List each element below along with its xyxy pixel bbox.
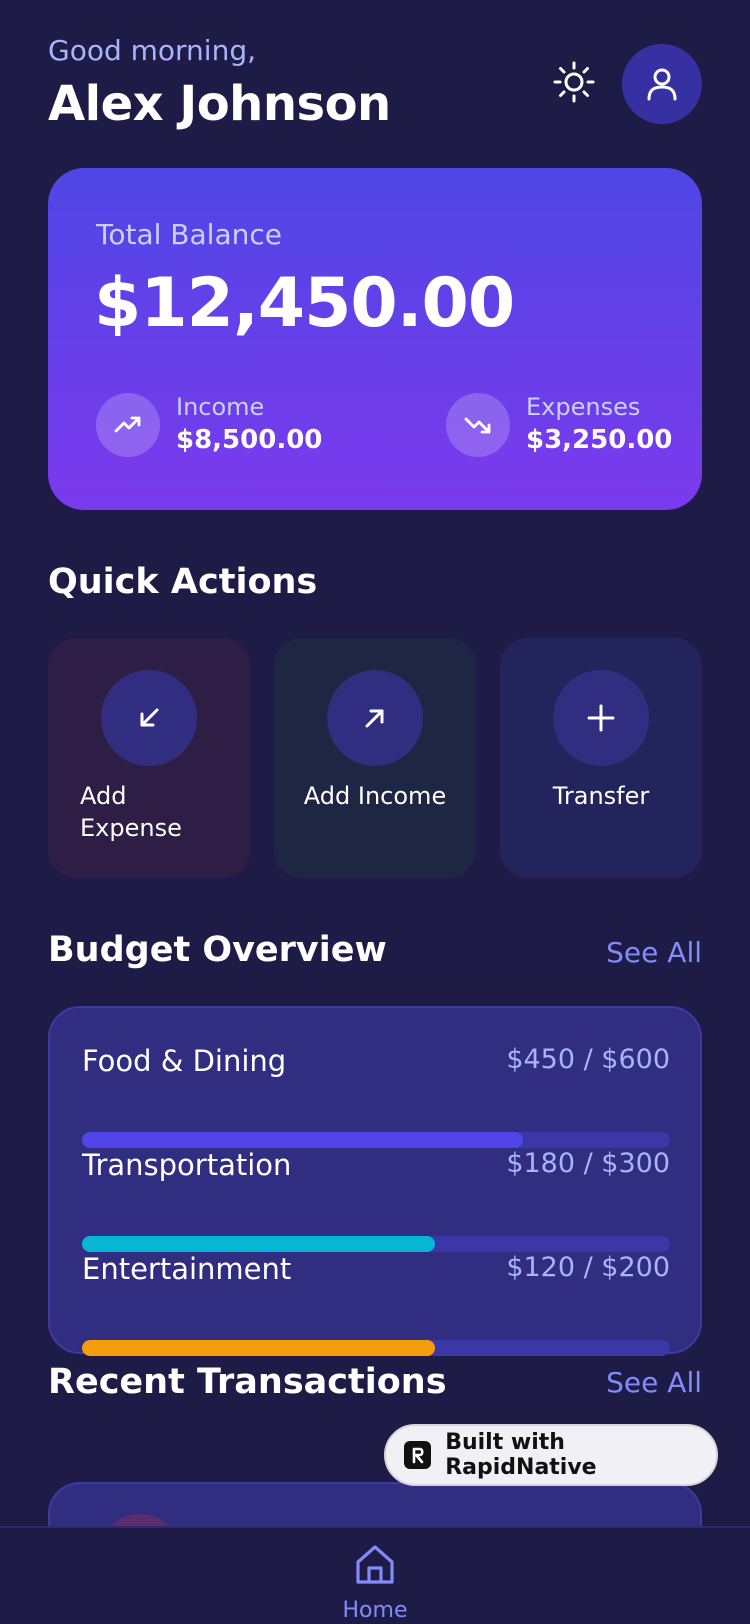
budget-progress-fill [82,1236,435,1252]
rapidnative-logo-icon [404,1441,432,1469]
budget-item-name: Food & Dining [82,1044,287,1078]
greeting-text: Good morning, [48,34,257,67]
add-income-label: Add Income [303,782,447,810]
add-income-icon-circle [327,670,423,766]
budget-progress-track [82,1132,670,1148]
expenses-icon-circle [446,393,510,457]
expenses-stat: Expenses $3,250.00 [446,392,672,458]
budget-overview-title: Budget Overview [48,930,387,970]
transfer-icon-circle [553,670,649,766]
budget-see-all-link[interactable]: See All [606,936,702,969]
theme-toggle-button[interactable] [548,56,600,108]
add-expense-icon-circle [101,670,197,766]
budget-card: Food & Dining $450 / $600 Transportation… [48,1006,702,1356]
plus-icon [587,704,615,732]
profile-button[interactable] [622,44,702,124]
sun-icon [553,61,595,103]
trending-up-icon [114,416,141,433]
quick-actions-title: Quick Actions [48,562,318,602]
arrow-down-left-icon [140,708,159,727]
built-with-text: Built with RapidNative [445,1430,597,1480]
budget-item-amount: $180 / $300 [506,1148,670,1179]
built-with-badge[interactable]: Built with RapidNative [384,1424,718,1486]
recent-transactions-title: Recent Transactions [48,1362,447,1402]
add-expense-label: Add Expense [80,782,182,842]
transactions-see-all-link[interactable]: See All [606,1366,702,1399]
add-income-button[interactable]: Add Income [274,638,476,878]
arrow-up-right-icon [365,709,384,728]
budget-item-name: Entertainment [82,1252,292,1286]
budget-progress-track [82,1340,670,1356]
transfer-label: Transfer [552,782,650,810]
expenses-value: $3,250.00 [526,425,673,455]
balance-card: Total Balance $12,450.00 Income $8,500.0… [48,168,702,510]
expenses-label: Expenses [526,393,641,421]
add-expense-button[interactable]: Add Expense [48,638,250,878]
balance-amount: $12,450.00 [94,264,515,343]
balance-label: Total Balance [96,218,282,251]
transfer-button[interactable]: Transfer [500,638,702,878]
budget-progress-fill [82,1340,435,1356]
tab-home-label: Home [342,1598,408,1623]
budget-progress-fill [82,1132,523,1148]
bottom-tab-bar: Home [0,1526,750,1624]
income-label: Income [176,393,265,421]
budget-progress-track [82,1236,670,1252]
tab-home[interactable]: Home [325,1528,425,1624]
user-name: Alex Johnson [48,76,391,132]
income-icon-circle [96,393,160,457]
income-stat: Income $8,500.00 [96,392,322,458]
user-icon [647,68,677,101]
budget-item-amount: $120 / $200 [506,1252,670,1283]
trending-down-icon [464,417,491,434]
home-icon [356,1545,394,1584]
income-value: $8,500.00 [176,425,323,455]
budget-item-amount: $450 / $600 [506,1044,670,1075]
budget-item-name: Transportation [82,1148,292,1182]
